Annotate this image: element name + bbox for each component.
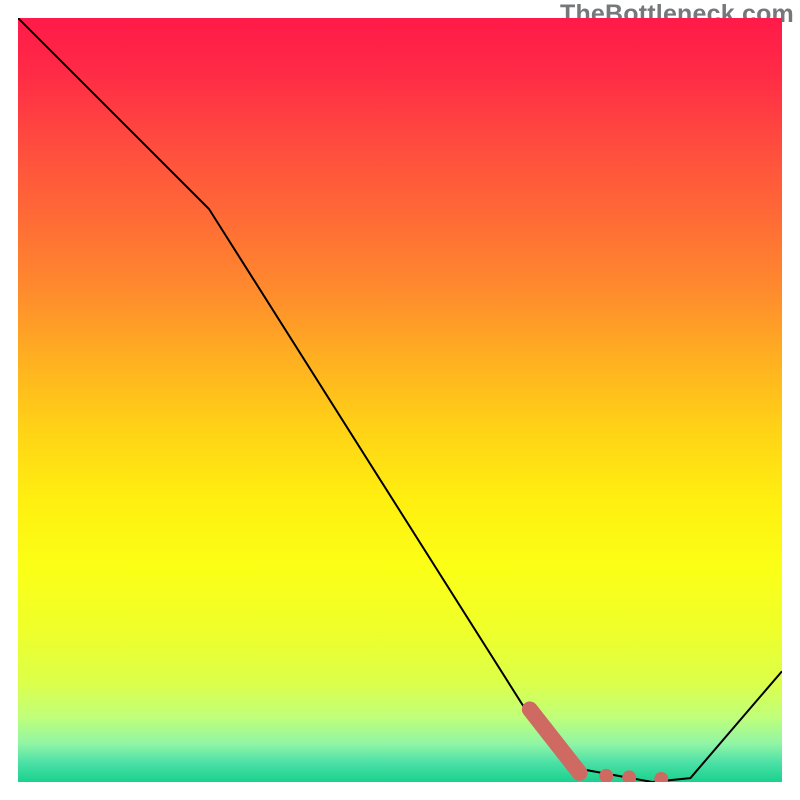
chart-container: TheBottleneck.com	[0, 0, 800, 800]
bottleneck-chart	[18, 18, 782, 782]
